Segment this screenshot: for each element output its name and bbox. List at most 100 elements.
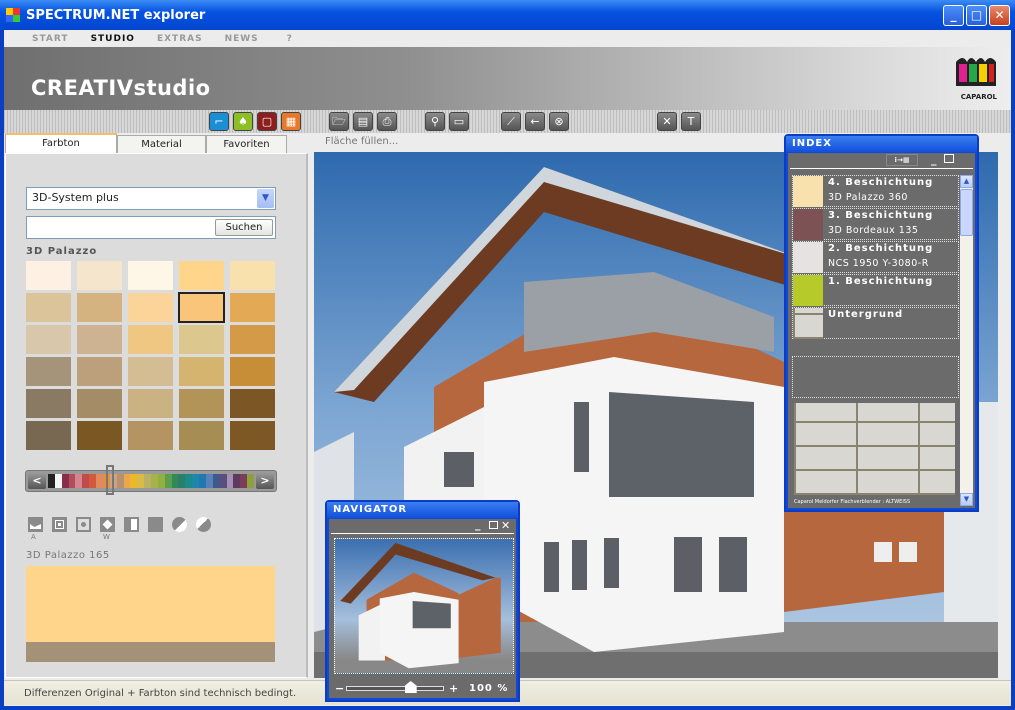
text-icon[interactable]: T	[681, 112, 701, 131]
color-swatch[interactable]	[77, 421, 122, 450]
layer-item[interactable]: 1. Beschichtung	[792, 274, 959, 306]
minimize-button[interactable]: _	[943, 5, 964, 26]
strip-color[interactable]	[247, 474, 255, 488]
search-button[interactable]: Suchen	[215, 219, 273, 236]
color-swatch[interactable]	[179, 389, 224, 418]
color-swatch[interactable]	[230, 421, 275, 450]
image-mode-icon[interactable]	[28, 517, 43, 532]
color-swatch[interactable]	[26, 389, 71, 418]
minimize-icon[interactable]: _	[475, 518, 481, 531]
color-swatch[interactable]	[230, 389, 275, 418]
layer-item[interactable]: Untergrund	[792, 307, 959, 339]
layer-title: Untergrund	[828, 309, 904, 320]
half-circle-icon[interactable]	[172, 517, 187, 532]
color-swatch[interactable]	[179, 357, 224, 386]
save-icon[interactable]: ▤	[353, 112, 373, 131]
cancel-icon[interactable]: ⊗	[549, 112, 569, 131]
half-circle-alt-icon[interactable]	[196, 517, 211, 532]
color-swatch[interactable]	[128, 293, 173, 322]
minimize-icon[interactable]: _	[931, 153, 937, 166]
chevron-down-icon[interactable]: ▼	[257, 189, 274, 208]
color-swatch[interactable]	[26, 357, 71, 386]
color-swatch[interactable]	[128, 421, 173, 450]
color-swatch[interactable]	[26, 293, 71, 322]
navigator-title[interactable]: NAVIGATOR	[327, 502, 518, 518]
color-swatch[interactable]	[230, 325, 275, 354]
close-icon[interactable]: ✕	[501, 519, 510, 532]
window-icon[interactable]: ▭	[449, 112, 469, 131]
navigator-thumbnail[interactable]	[334, 538, 514, 674]
texture-icon[interactable]: ▦	[281, 112, 301, 131]
split-mode-icon[interactable]	[124, 517, 139, 532]
zoom-slider[interactable]	[346, 681, 444, 693]
solid-mode-icon[interactable]	[148, 517, 163, 532]
color-swatch[interactable]	[26, 325, 71, 354]
logo-text: CAPAROL	[960, 93, 997, 101]
eyedropper-icon[interactable]: ⟋	[501, 112, 521, 131]
color-swatch[interactable]	[77, 261, 122, 290]
3d-box-icon[interactable]: ▢	[257, 112, 277, 131]
search-field[interactable]: Suchen	[26, 216, 276, 239]
menu-news[interactable]: NEWS	[225, 34, 259, 44]
print-icon[interactable]: ⎙	[377, 112, 397, 131]
color-swatch[interactable]	[230, 293, 275, 322]
scroll-up-button[interactable]: ▲	[960, 175, 973, 188]
maximize-icon[interactable]	[944, 154, 954, 163]
color-strip-scroller[interactable]: < >	[25, 465, 277, 495]
tab-material[interactable]: Material	[117, 135, 206, 153]
layer-item[interactable]: 2. Beschichtung NCS 1950 Y-3080-R	[792, 241, 959, 273]
tab-farbton[interactable]: Farbton	[5, 133, 117, 153]
maximize-button[interactable]: □	[966, 5, 987, 26]
scroll-down-button[interactable]: ▼	[960, 493, 973, 506]
frame-mode-icon[interactable]	[52, 517, 67, 532]
color-strip[interactable]	[48, 474, 255, 488]
index-scrollbar[interactable]: ▲ ▼	[960, 175, 973, 506]
scroll-left-button[interactable]: <	[28, 473, 46, 489]
zoom-in-button[interactable]: +	[449, 682, 458, 695]
color-swatch[interactable]	[179, 261, 224, 290]
diamond-mode-icon[interactable]	[100, 517, 115, 532]
menu-extras[interactable]: EXTRAS	[157, 34, 203, 44]
menu-help[interactable]: ?	[287, 34, 293, 44]
color-swatch[interactable]	[77, 389, 122, 418]
maximize-icon[interactable]	[489, 521, 498, 529]
strip-thumb[interactable]	[106, 465, 114, 495]
color-swatch[interactable]	[128, 261, 173, 290]
color-group-label: 3D Palazzo	[26, 246, 98, 257]
dot-mode-icon[interactable]	[76, 517, 91, 532]
layer-item[interactable]: 4. Beschichtung 3D Palazzo 360	[792, 175, 959, 207]
color-swatch[interactable]	[128, 325, 173, 354]
zoom-slider-thumb[interactable]	[404, 681, 417, 693]
color-swatch[interactable]	[128, 357, 173, 386]
color-swatch[interactable]	[77, 357, 122, 386]
color-swatch[interactable]	[230, 261, 275, 290]
scroll-thumb[interactable]	[960, 189, 973, 236]
zoom-icon[interactable]: ⚲	[425, 112, 445, 131]
grid-toggle-icon[interactable]: ⁝→▦	[886, 154, 918, 166]
open-folder-icon[interactable]: 🗁	[329, 112, 349, 131]
color-swatch[interactable]	[77, 325, 122, 354]
color-swatch[interactable]	[230, 357, 275, 386]
menu-studio[interactable]: STUDIO	[91, 34, 135, 44]
clear-icon[interactable]: ✕	[657, 112, 677, 131]
app-client: START STUDIO EXTRAS NEWS ? CREATIVstudio…	[4, 30, 1011, 706]
close-button[interactable]: ✕	[989, 5, 1010, 26]
zoom-out-button[interactable]: −	[335, 682, 344, 695]
panel-tabs: Farbton Material Favoriten	[4, 133, 314, 153]
index-title[interactable]: INDEX	[786, 136, 977, 152]
layer-item[interactable]: 3. Beschichtung 3D Bordeaux 135	[792, 208, 959, 240]
color-swatch[interactable]	[128, 389, 173, 418]
color-system-select[interactable]: 3D-System plus ▼	[26, 187, 276, 210]
fill-bucket-icon[interactable]: ♠	[233, 112, 253, 131]
color-swatch[interactable]	[26, 261, 71, 290]
area-select-icon[interactable]: ⌐	[209, 112, 229, 131]
menu-start[interactable]: START	[32, 34, 69, 44]
color-swatch[interactable]	[178, 292, 225, 323]
scroll-right-button[interactable]: >	[256, 473, 274, 489]
tab-favoriten[interactable]: Favoriten	[206, 135, 287, 153]
back-arrow-icon[interactable]: ←	[525, 112, 545, 131]
color-swatch[interactable]	[179, 325, 224, 354]
color-swatch[interactable]	[26, 421, 71, 450]
color-swatch[interactable]	[179, 421, 224, 450]
color-swatch[interactable]	[77, 293, 122, 322]
